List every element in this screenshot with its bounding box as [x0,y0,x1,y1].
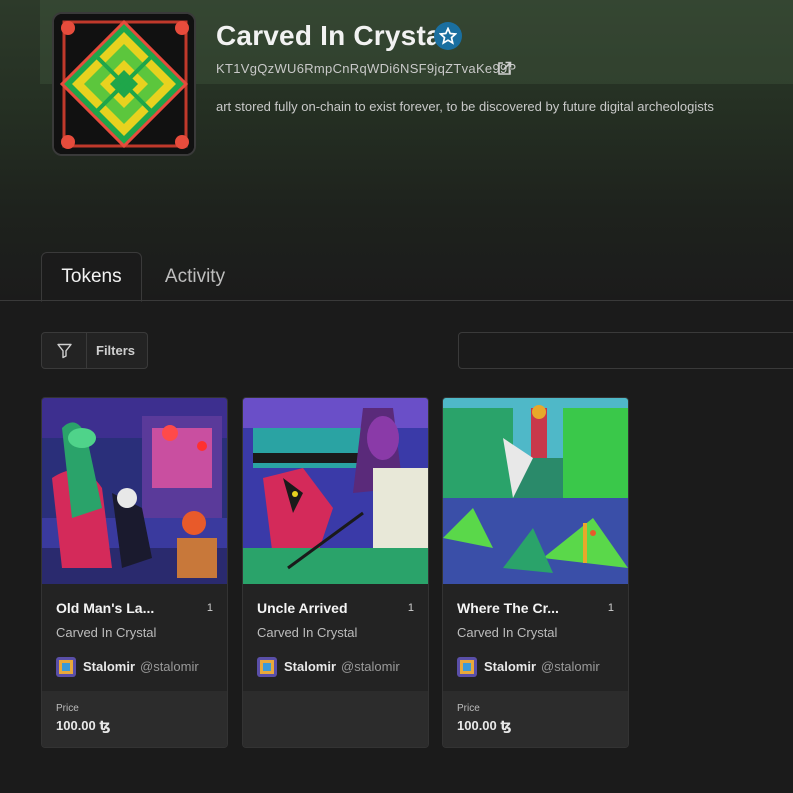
price-box: Price 100.00 ꜩ [42,691,227,747]
price-label: Price [457,703,480,714]
contract-address[interactable]: KT1VgQzWU6RmpCnRqWDi6NSF9jqZTvaKe99P [216,61,517,76]
filters-label: Filters [96,343,136,358]
token-artwork-uncle-arrived[interactable] [243,398,428,584]
price-box: Price 100.00 ꜩ [443,691,628,747]
creator-name[interactable]: Stalomir [284,659,336,674]
token-name[interactable]: Where The Cr... [457,600,587,616]
token-edition: 1 [607,602,614,614]
tab-activity[interactable]: Activity [150,252,240,301]
tab-tokens[interactable]: Tokens [41,252,142,302]
token-artwork-old-man[interactable] [42,398,227,584]
token-edition: 1 [206,602,213,614]
creator-handle[interactable]: @stalomir [541,659,600,674]
collection-avatar [52,12,196,156]
creator-handle[interactable]: @stalomir [140,659,199,674]
search-input[interactable] [458,332,793,369]
collection-description: art stored fully on-chain to exist forev… [216,99,714,114]
filters-divider [86,333,87,368]
collection-title: Carved In Crystal [216,20,450,51]
token-name[interactable]: Old Man's La... [56,600,186,616]
token-artwork-where-the-crystal[interactable] [443,398,628,584]
token-card-old-man[interactable]: Old Man's La... 1 Carved In Crystal Stal… [41,397,228,748]
creator-name[interactable]: Stalomir [83,659,135,674]
token-name[interactable]: Uncle Arrived [257,600,387,616]
creator-name[interactable]: Stalomir [484,659,536,674]
token-card-where-the-crystal[interactable]: Where The Cr... 1 Carved In Crystal Stal… [442,397,629,748]
tabs-divider [0,300,793,301]
filter-funnel-icon [56,342,73,359]
token-edition: 1 [407,602,414,614]
creator-handle[interactable]: @stalomir [341,659,400,674]
token-collection[interactable]: Carved In Crystal [457,625,557,640]
creator-avatar[interactable] [457,657,477,677]
price-value: 100.00 ꜩ [56,718,111,733]
creator-avatar[interactable] [56,657,76,677]
price-value: 100.00 ꜩ [457,718,512,733]
verified-badge-icon [434,22,462,50]
price-box-empty [243,691,428,747]
creator-avatar[interactable] [257,657,277,677]
token-collection[interactable]: Carved In Crystal [56,625,156,640]
price-label: Price [56,703,79,714]
filters-button[interactable]: Filters [41,332,148,369]
external-link-icon[interactable] [497,61,512,76]
token-collection[interactable]: Carved In Crystal [257,625,357,640]
token-card-uncle-arrived[interactable]: Uncle Arrived 1 Carved In Crystal Stalom… [242,397,429,748]
